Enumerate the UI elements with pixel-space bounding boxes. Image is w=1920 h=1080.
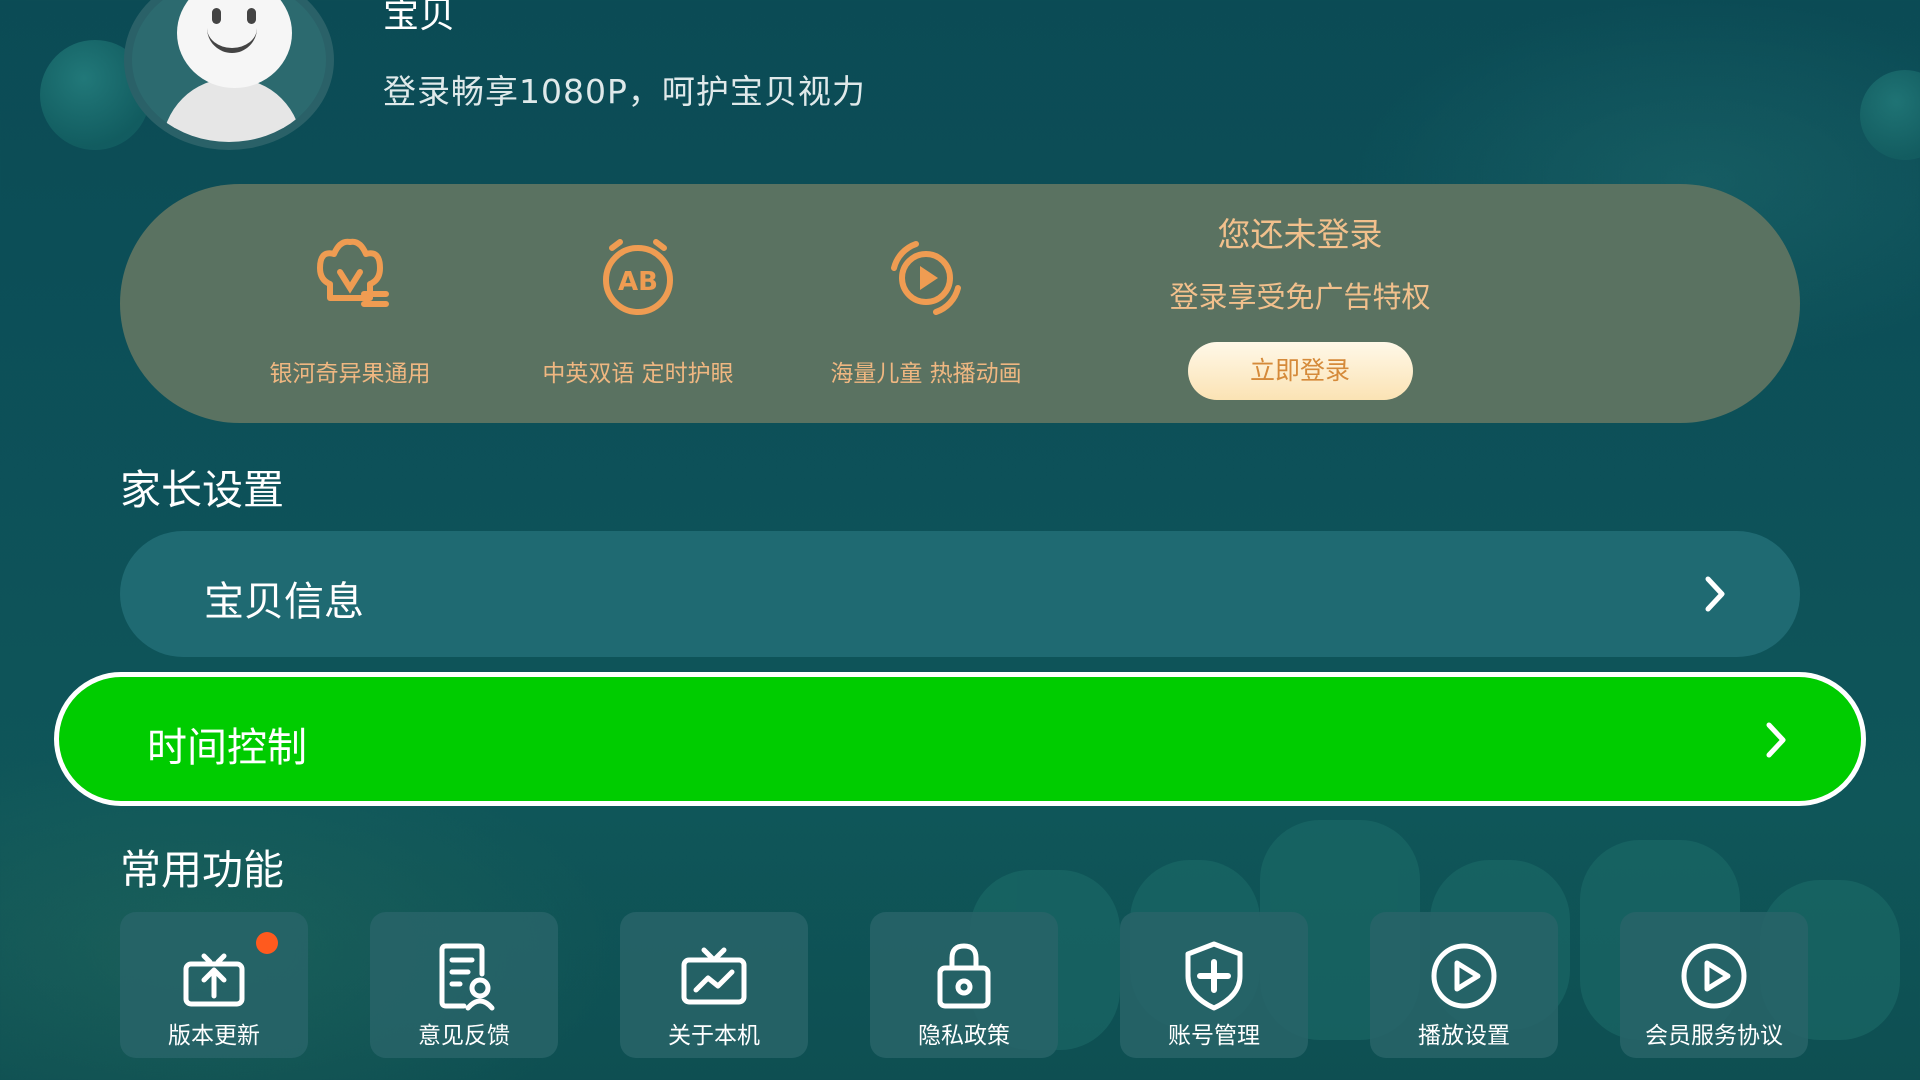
chevron-right-icon [1766,722,1786,758]
vip-feature-label: 海量儿童 热播动画 [830,361,1022,387]
function-label: 关于本机 [668,1023,760,1049]
feedback-icon [439,943,495,1011]
function-account-management[interactable]: 账号管理 [1120,912,1308,1058]
login-subtitle: 登录享受免广告特权 [1169,280,1431,314]
svg-text:AB: AB [618,267,658,297]
new-badge-dot [256,932,278,954]
function-label: 账号管理 [1168,1023,1260,1049]
settings-row-label: 时间控制 [147,725,307,771]
upload-update-icon [183,953,245,1007]
vip-feature-universal: 银河奇异果通用 [220,228,480,388]
function-about-device[interactable]: 关于本机 [620,912,808,1058]
vip-feature-cartoons: 海量儿童 热播动画 [796,228,1056,388]
function-label: 播放设置 [1418,1023,1510,1049]
function-playback-settings[interactable]: 播放设置 [1370,912,1558,1058]
crown-icon [317,238,389,307]
settings-row-baby-info[interactable]: 宝贝信息 [120,531,1800,657]
play-circle-icon [1681,943,1747,1009]
settings-row-label: 宝贝信息 [204,579,364,625]
tv-icon [681,947,747,1005]
function-label: 意见反馈 [418,1023,510,1049]
decor-planet-right [1860,70,1920,160]
login-title: 您还未登录 [1217,215,1383,254]
settings-row-time-control[interactable]: 时间控制 [54,672,1866,806]
user-name: 宝贝 [383,0,456,36]
function-label: 会员服务协议 [1645,1023,1783,1049]
vip-feature-label: 银河奇异果通用 [269,361,431,387]
function-feedback[interactable]: 意见反馈 [370,912,558,1058]
section-title-common-functions: 常用功能 [120,846,284,894]
login-prompt: 您还未登录 登录享受免广告特权 立即登录 [1150,208,1450,400]
user-avatar[interactable] [124,0,334,150]
play-circle-icon [1431,943,1497,1009]
login-button[interactable]: 立即登录 [1187,342,1413,400]
function-label: 版本更新 [168,1023,260,1049]
function-version-update[interactable]: 版本更新 [120,912,308,1058]
lock-icon [937,943,991,1009]
ab-bilingual-icon: AB [603,239,673,315]
function-label: 隐私政策 [918,1023,1010,1049]
function-member-agreement[interactable]: 会员服务协议 [1620,912,1808,1058]
section-title-parent-settings: 家长设置 [120,466,284,514]
vip-feature-bilingual: AB 中英双语 定时护眼 [508,228,768,388]
vip-feature-label: 中英双语 定时护眼 [542,361,734,387]
function-privacy-policy[interactable]: 隐私政策 [870,912,1058,1058]
play-circle-icon [891,241,961,315]
vip-login-card: 银河奇异果通用 AB 中英双语 定时护眼 海量儿童 热播动画 您还未登录 登录享… [120,184,1800,423]
shield-plus-icon [1185,941,1243,1011]
user-login-hint: 登录畅享1080P，呵护宝贝视力 [383,72,866,111]
chevron-right-icon [1705,576,1725,612]
